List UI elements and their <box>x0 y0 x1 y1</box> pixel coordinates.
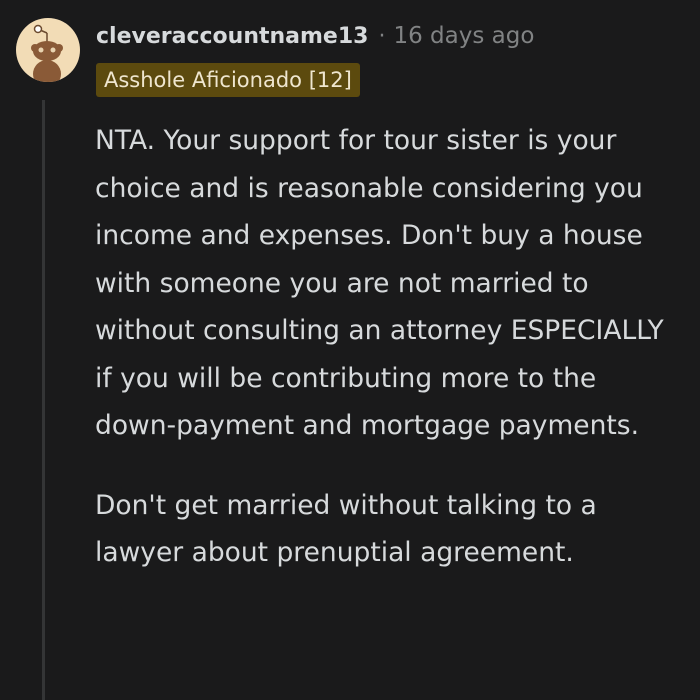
comment-timestamp[interactable]: 16 days ago <box>393 23 534 49</box>
user-avatar-icon[interactable] <box>16 18 80 82</box>
user-flair-text: Asshole Aficionado [12] <box>104 68 352 92</box>
author-username-link[interactable]: cleveraccountname13 <box>96 24 368 49</box>
comment: cleveraccountname13 · 16 days ago Asshol… <box>0 0 700 700</box>
comment-header: cleveraccountname13 · 16 days ago <box>96 16 534 56</box>
comment-paragraph: NTA. Your support for tour sister is you… <box>95 125 664 441</box>
user-flair-badge: Asshole Aficionado [12] <box>96 63 360 97</box>
meta-separator: · <box>378 23 386 49</box>
comment-body: NTA. Your support for tour sister is you… <box>95 117 685 577</box>
thread-collapse-line[interactable] <box>42 100 45 700</box>
comment-paragraph: Don't get married without talking to a l… <box>95 489 597 569</box>
